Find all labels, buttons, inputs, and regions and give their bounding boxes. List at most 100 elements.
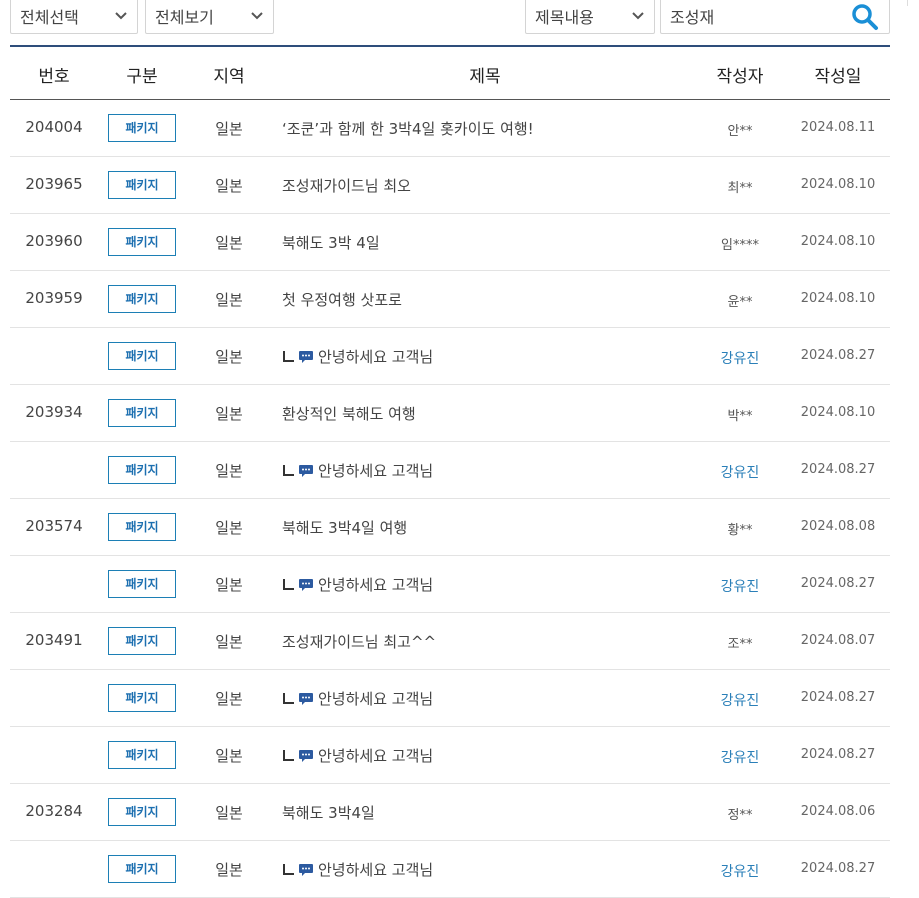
region: 일본 [215,519,243,537]
type-badge[interactable]: 패키지 [108,456,176,484]
filter-bar: 전체선택 전체보기 제목내용 [0,0,919,45]
table-row[interactable]: 패키지 일본 안녕하세요 고객님 강유진 2024.08.27 [10,727,890,784]
chevron-down-icon [632,12,644,20]
post-date: 2024.08.08 [800,519,876,534]
table-row[interactable]: 203965 패키지 일본 조성재가이드님 최오 최** 2024.08.10 [10,157,890,214]
region: 일본 [215,234,243,252]
region: 일본 [215,405,243,423]
post-title-link[interactable]: 북해도 3박4일 [282,802,682,823]
author: 강유진 [720,579,760,595]
post-title-link[interactable]: 안녕하세요 고객님 [282,574,682,595]
table-row[interactable]: 패키지 일본 안녕하세요 고객님 강유진 2024.08.27 [10,556,890,613]
type-badge[interactable]: 패키지 [108,855,176,883]
table-row[interactable]: 203491 패키지 일본 조성재가이드님 최고^^ 조** 2024.08.07 [10,613,890,670]
post-date: 2024.08.27 [800,462,876,477]
post-title-link[interactable]: 환상적인 북해도 여행 [282,403,682,424]
type-badge[interactable]: 패키지 [108,741,176,769]
post-title-link[interactable]: 첫 우정여행 삿포로 [282,289,682,310]
author: 황** [727,523,753,538]
type-badge[interactable]: 패키지 [108,570,176,598]
post-title-text: 안녕하세요 고객님 [318,348,434,366]
post-date: 2024.08.07 [800,633,876,648]
region: 일본 [215,861,243,879]
post-title-text: 조성재가이드님 최고^^ [282,633,437,651]
post-title-text: 북해도 3박4일 여행 [282,519,408,537]
post-title-link[interactable]: 안녕하세요 고객님 [282,745,682,766]
type-badge[interactable]: 패키지 [108,684,176,712]
table-row[interactable]: 패키지 일본 안녕하세요 고객님 강유진 2024.08.27 [10,328,890,385]
post-number: 203934 [25,403,83,421]
header-author: 작성자 [716,67,764,87]
category-select-value: 전체선택 [20,8,79,27]
search-input[interactable] [670,3,840,29]
header-type: 구분 [126,67,158,87]
post-number: 203574 [25,517,83,535]
type-badge[interactable]: 패키지 [108,627,176,655]
table-row[interactable]: 203959 패키지 일본 첫 우정여행 삿포로 윤** 2024.08.10 [10,271,890,328]
type-badge[interactable]: 패키지 [108,399,176,427]
type-badge[interactable]: 패키지 [108,798,176,826]
table-row[interactable]: 204004 패키지 일본 ‘조쿤’과 함께 한 3박4일 홋카이도 여행! 안** 20… [10,100,890,157]
table-body: 204004 패키지 일본 ‘조쿤’과 함께 한 3박4일 홋카이도 여행! 안** 20… [10,100,890,898]
table-row[interactable]: 203284 패키지 일본 북해도 3박4일 정** 2024.08.06 [10,784,890,841]
author: 정** [727,808,753,823]
table-row[interactable]: 패키지 일본 안녕하세요 고객님 강유진 2024.08.27 [10,442,890,499]
table-row[interactable]: 패키지 일본 안녕하세요 고객님 강유진 2024.08.27 [10,670,890,727]
region: 일본 [215,291,243,309]
reply-arrow-icon [282,577,296,590]
post-title-link[interactable]: 안녕하세요 고객님 [282,859,682,880]
search-icon[interactable] [851,3,879,31]
type-badge[interactable]: 패키지 [108,513,176,541]
post-date: 2024.08.06 [800,804,876,819]
table-row[interactable]: 패키지 일본 안녕하세요 고객님 강유진 2024.08.27 [10,841,890,898]
post-date: 2024.08.11 [800,120,876,135]
header-number: 번호 [38,67,70,87]
region: 일본 [215,348,243,366]
post-title-text: 안녕하세요 고객님 [318,576,434,594]
post-title-text: 안녕하세요 고객님 [318,690,434,708]
type-badge[interactable]: 패키지 [108,171,176,199]
post-title-link[interactable]: 안녕하세요 고객님 [282,688,682,709]
search-box [660,0,890,34]
type-badge[interactable]: 패키지 [108,228,176,256]
author: 안** [727,124,753,139]
post-title-link[interactable]: ‘조쿤’과 함께 한 3박4일 홋카이도 여행! [282,118,682,139]
post-title-link[interactable]: 북해도 3박4일 여행 [282,517,682,538]
search-field-value: 제목내용 [535,8,594,27]
post-title-link[interactable]: 안녕하세요 고객님 [282,460,682,481]
type-badge[interactable]: 패키지 [108,114,176,142]
comment-bubble-icon [298,749,314,763]
post-title-link[interactable]: 조성재가이드님 최고^^ [282,631,682,652]
post-date: 2024.08.10 [800,291,876,306]
post-number: 203959 [25,289,83,307]
type-badge[interactable]: 패키지 [108,285,176,313]
author: 강유진 [720,693,760,709]
post-title-text: 환상적인 북해도 여행 [282,405,416,423]
review-table: 번호 구분 지역 제목 작성자 작성일 204004 패키지 일본 ‘조쿤’과 함께 … [10,45,890,898]
post-date: 2024.08.27 [800,576,876,591]
type-badge[interactable]: 패키지 [108,342,176,370]
region: 일본 [215,747,243,765]
comment-bubble-icon [298,863,314,877]
post-title-link[interactable]: 북해도 3박 4일 [282,232,682,253]
post-title-link[interactable]: 조성재가이드님 최오 [282,175,682,196]
post-title-text: 조성재가이드님 최오 [282,177,411,195]
table-row[interactable]: 203574 패키지 일본 북해도 3박4일 여행 황** 2024.08.08 [10,499,890,556]
table-header: 번호 구분 지역 제목 작성자 작성일 [10,45,890,100]
table-row[interactable]: 203934 패키지 일본 환상적인 북해도 여행 박** 2024.08.10 [10,385,890,442]
search-field-select[interactable]: 제목내용 [525,0,655,34]
header-region: 지역 [213,67,245,87]
view-select[interactable]: 전체보기 [145,0,274,34]
table-row[interactable]: 203960 패키지 일본 북해도 3박 4일 임**** 2024.08.10 [10,214,890,271]
post-title-text: ‘조쿤’과 함께 한 3박4일 홋카이도 여행! [282,120,534,138]
post-title-text: 첫 우정여행 삿포로 [282,291,402,309]
post-number: 204004 [25,118,83,136]
post-title-link[interactable]: 안녕하세요 고객님 [282,346,682,367]
region: 일본 [215,804,243,822]
post-number: 203491 [25,631,83,649]
reply-arrow-icon [282,748,296,761]
category-select[interactable]: 전체선택 [10,0,138,34]
reply-arrow-icon [282,862,296,875]
divider [907,0,908,6]
author: 강유진 [720,864,760,880]
